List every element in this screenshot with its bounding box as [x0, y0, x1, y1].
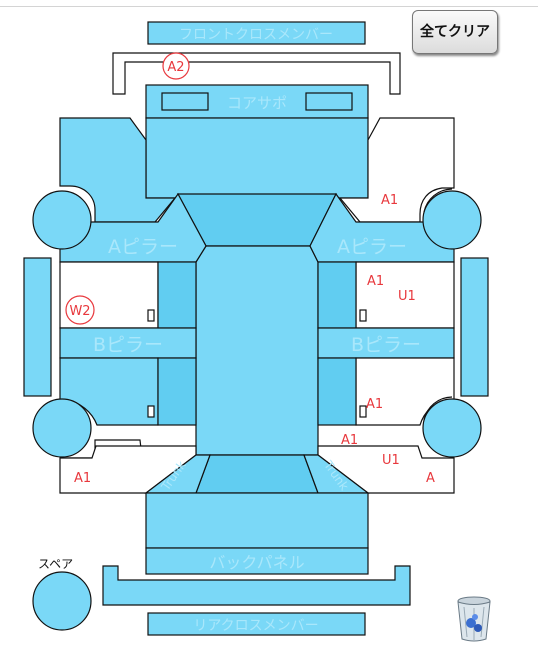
spare-tire[interactable]	[32, 571, 92, 631]
b-pillar-left-label: Bピラー	[93, 334, 163, 356]
rear-cross-member-label: リアクロスメンバー	[193, 618, 318, 634]
trash-icon[interactable]	[454, 595, 494, 643]
wheel-front-right[interactable]	[422, 190, 482, 250]
spare-label: スペア	[38, 557, 74, 571]
back-panel-label: バックパネル	[209, 553, 304, 572]
damage-mark-a1-right-front-door[interactable]: A1	[367, 274, 384, 289]
damage-mark-u1-right-front-door[interactable]: U1	[398, 289, 416, 304]
wheel-front-left[interactable]	[32, 190, 92, 250]
right-side-sill[interactable]	[460, 257, 489, 397]
damage-mark-a2-front[interactable]: A2	[162, 52, 190, 80]
right-rear-window[interactable]	[317, 357, 357, 426]
wheel-rear-left[interactable]	[32, 398, 92, 458]
damage-mark-a1-front-right[interactable]: A1	[381, 193, 398, 208]
b-pillar-right[interactable]: Bピラー	[317, 327, 455, 359]
b-pillar-left[interactable]: Bピラー	[59, 327, 197, 359]
damage-mark-text: W2	[69, 304, 90, 319]
rear-cross-member[interactable]: リアクロスメンバー	[147, 612, 366, 636]
damage-mark-a-rear-right[interactable]: A	[426, 471, 435, 486]
a-pillar-left-label: Aピラー	[108, 236, 178, 258]
left-rear-door-handle	[147, 405, 155, 418]
left-front-door-handle	[147, 309, 155, 322]
a-pillar-right-label: Aピラー	[337, 236, 407, 258]
left-rear-window[interactable]	[157, 357, 197, 426]
right-front-window[interactable]	[317, 261, 357, 329]
vehicle-diagram: フロントクロスメンバー コアサポ Aピラー Aピラー Bピラー Bピラー Tru…	[23, 21, 489, 636]
back-panel[interactable]: バックパネル	[145, 547, 369, 575]
rear-deck[interactable]	[145, 492, 369, 549]
left-side-sill[interactable]	[23, 257, 52, 397]
b-pillar-right-label: Bピラー	[351, 334, 421, 356]
wheel-rear-right[interactable]	[422, 398, 482, 458]
rear-window[interactable]	[195, 454, 319, 494]
roof[interactable]	[195, 245, 319, 456]
front-cross-member[interactable]: フロントクロスメンバー	[147, 21, 366, 45]
left-front-window[interactable]	[157, 261, 197, 329]
damage-mark-w2-left-front-door[interactable]: W2	[65, 295, 95, 325]
clear-all-button[interactable]: 全てクリア	[412, 10, 498, 54]
damage-mark-a1-rear-left[interactable]: A1	[74, 471, 91, 486]
right-front-door-handle	[359, 309, 367, 322]
core-support[interactable]: コアサポ	[145, 84, 369, 119]
core-support-label: コアサポ	[227, 94, 287, 112]
damage-mark-a1-rear-right-quarter[interactable]: A1	[341, 433, 358, 448]
hood-area[interactable]	[145, 117, 369, 199]
damage-mark-text: A2	[167, 60, 184, 75]
damage-mark-a1-right-rear-door[interactable]: A1	[366, 397, 383, 412]
damage-mark-u1-rear-right-quarter[interactable]: U1	[382, 453, 400, 468]
front-cross-member-label: フロントクロスメンバー	[179, 27, 333, 43]
